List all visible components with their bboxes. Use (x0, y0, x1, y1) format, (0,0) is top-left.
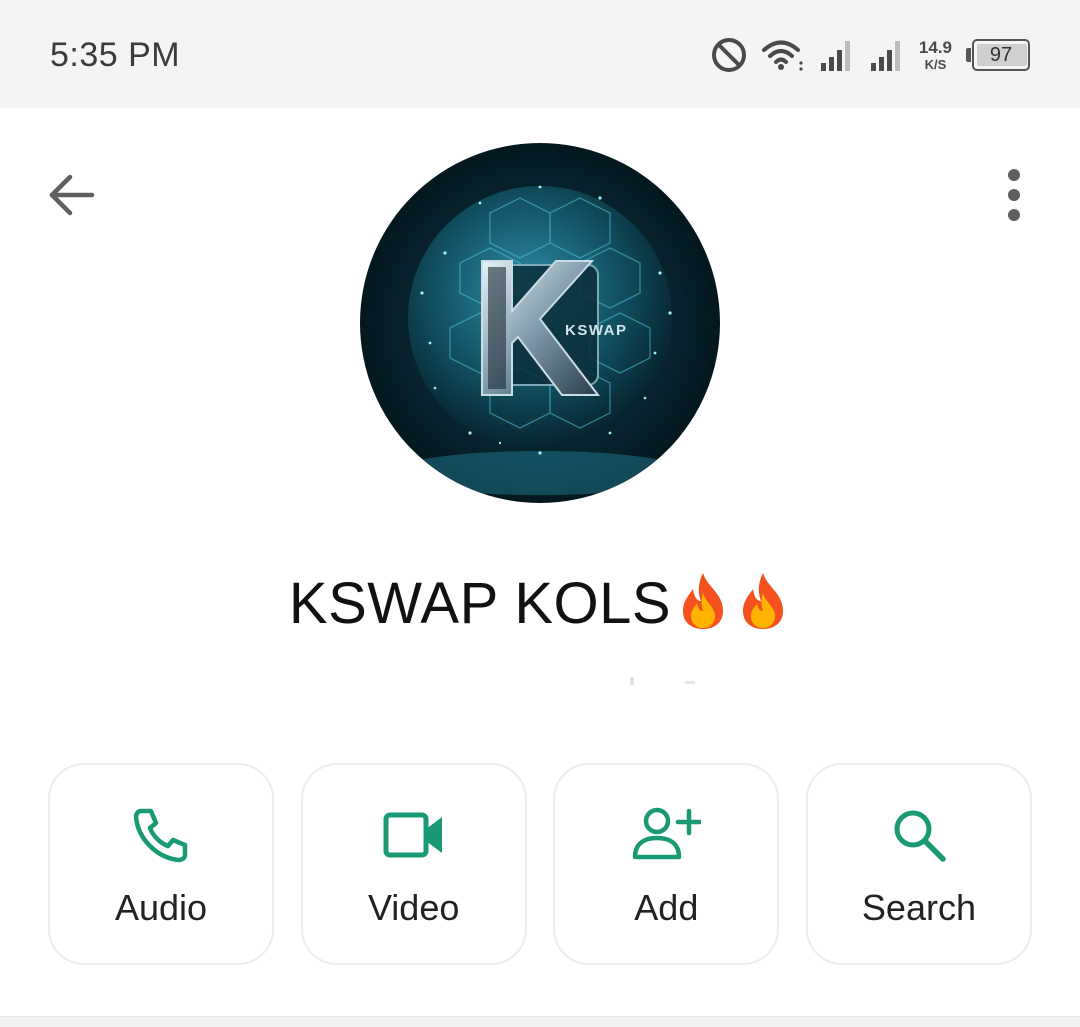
action-label: Add (634, 887, 699, 928)
search-button[interactable]: Search (805, 763, 1032, 965)
signal-icon (869, 37, 905, 73)
group-title-row: KSWAP KOLS (0, 570, 1080, 637)
more-options-button[interactable] (986, 163, 1042, 227)
status-icons: 14.9 K/S 97 (711, 30, 1032, 80)
video-call-button[interactable]: Video (300, 763, 527, 965)
back-button[interactable] (40, 163, 104, 227)
avatar-logo-text: KSWAP (565, 322, 628, 339)
group-info-screen: KSWAP KSWAP KOLS Audio Video Add Search (0, 108, 1080, 1016)
signal-icon (819, 37, 855, 73)
network-speed-value: 14.9 (918, 38, 952, 57)
action-label: Audio (114, 887, 208, 928)
fire-icon (675, 571, 731, 636)
group-name: KSWAP KOLS (288, 571, 672, 636)
status-time: 5:35 PM (50, 36, 181, 74)
action-buttons: Audio Video Add Search (48, 763, 1032, 965)
bottom-divider (0, 1016, 1080, 1027)
group-avatar[interactable]: KSWAP (360, 143, 720, 503)
status-bar: 5:35 PM 14.9 K/S 97 (0, 0, 1080, 108)
arrow-left-icon (49, 174, 95, 216)
action-label: Video (367, 887, 460, 928)
network-speed: 14.9 K/S (919, 39, 952, 71)
wifi-icon (761, 37, 805, 73)
battery-icon: 97 (966, 39, 1032, 71)
group-subtitle-obscured (430, 673, 730, 687)
audio-call-button[interactable]: Audio (48, 763, 274, 965)
do-not-disturb-icon (711, 37, 747, 73)
video-icon (382, 805, 446, 865)
add-user-icon (631, 805, 702, 865)
add-member-button[interactable]: Add (553, 763, 780, 965)
more-vertical-icon (1008, 169, 1020, 221)
battery-level: 97 (989, 43, 1013, 66)
network-speed-unit: K/S (924, 57, 947, 72)
phone-icon (131, 805, 191, 865)
search-icon (889, 805, 949, 865)
action-label: Search (861, 887, 976, 928)
fire-icon (735, 571, 791, 636)
